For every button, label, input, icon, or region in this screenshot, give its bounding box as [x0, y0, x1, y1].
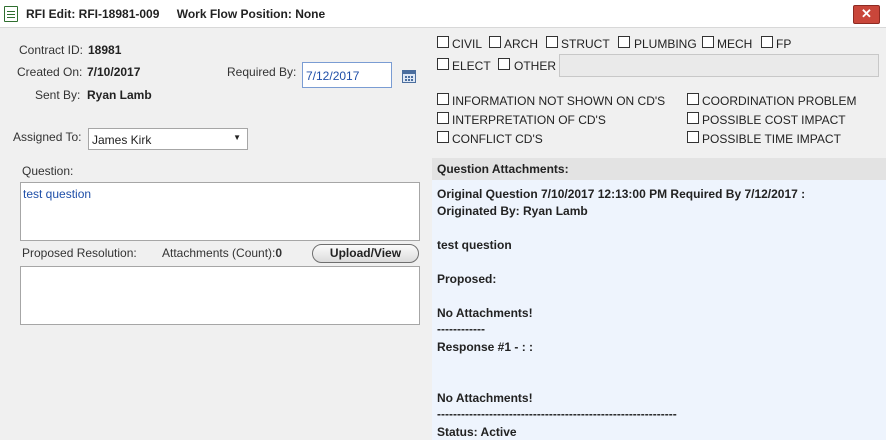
title-bar: RFI Edit: RFI-18981-009 Work Flow Positi… — [0, 0, 886, 28]
fp-checkbox[interactable] — [761, 36, 773, 48]
assigned-to-select[interactable]: James Kirk ▼ — [88, 128, 248, 150]
calendar-icon[interactable] — [402, 70, 416, 83]
other-checkbox[interactable] — [498, 58, 510, 70]
conflict-checkbox[interactable] — [437, 131, 449, 143]
other-label: OTHER — [514, 59, 556, 73]
elect-checkbox[interactable] — [437, 58, 449, 70]
arch-checkbox[interactable] — [489, 36, 501, 48]
history-line: Proposed: — [437, 272, 497, 286]
workflow-label: Work Flow Position: — [176, 7, 292, 21]
attachments-count-value: 0 — [275, 246, 283, 260]
upload-view-button[interactable]: Upload/View — [312, 244, 419, 263]
attachments-header: Question Attachments: — [432, 158, 886, 180]
plumbing-label: PLUMBING — [634, 37, 697, 51]
history-separator: ------------ — [437, 322, 485, 336]
arch-label: ARCH — [504, 37, 539, 51]
plumbing-checkbox[interactable] — [618, 36, 630, 48]
conflict-label: CONFLICT CD'S — [452, 132, 543, 146]
struct-checkbox[interactable] — [546, 36, 558, 48]
mech-checkbox[interactable] — [702, 36, 714, 48]
history-separator: ----------------------------------------… — [437, 407, 677, 421]
civil-checkbox[interactable] — [437, 36, 449, 48]
history-line: Original Question 7/10/2017 12:13:00 PM … — [437, 187, 806, 201]
time-impact-label: POSSIBLE TIME IMPACT — [702, 132, 841, 146]
contract-id-value: 18981 — [88, 43, 122, 57]
question-textarea[interactable]: test question — [20, 182, 420, 241]
info-not-shown-checkbox[interactable] — [437, 93, 449, 105]
history-line: Response #1 - : : — [437, 340, 534, 354]
sent-by-label: Sent By: — [35, 88, 81, 102]
question-label: Question: — [22, 164, 74, 178]
elect-label: ELECT — [452, 59, 491, 73]
fp-label: FP — [776, 37, 792, 51]
mech-label: MECH — [717, 37, 753, 51]
assigned-to-value: James Kirk — [92, 133, 152, 147]
proposed-resolution-label: Proposed Resolution: — [22, 246, 137, 260]
civil-label: CIVIL — [452, 37, 483, 51]
cost-impact-label: POSSIBLE COST IMPACT — [702, 113, 846, 127]
info-not-shown-label: INFORMATION NOT SHOWN ON CD'S — [452, 94, 666, 108]
interpretation-checkbox[interactable] — [437, 112, 449, 124]
document-icon — [4, 6, 18, 22]
history-status: Status: Active — [437, 425, 517, 439]
required-by-label: Required By: — [227, 65, 297, 79]
created-on-value: 7/10/2017 — [87, 65, 141, 79]
interpretation-label: INTERPRETATION OF CD'S — [452, 113, 606, 127]
rfi-number: RFI-18981-009 — [78, 7, 160, 21]
contract-id-label: Contract ID: — [19, 43, 84, 57]
history-line: test question — [437, 238, 512, 252]
other-input[interactable] — [559, 54, 879, 77]
attachments-count-label: Attachments (Count):0 — [162, 246, 282, 260]
required-by-field[interactable]: 7/12/2017 — [302, 62, 392, 88]
proposed-resolution-textarea[interactable] — [20, 266, 420, 325]
workflow-value: None — [295, 7, 326, 21]
cost-impact-checkbox[interactable] — [687, 112, 699, 124]
struct-label: STRUCT — [561, 37, 610, 51]
history-line: No Attachments! — [437, 306, 533, 320]
history-line: No Attachments! — [437, 391, 533, 405]
close-icon[interactable]: ✕ — [861, 6, 872, 21]
assigned-to-label: Assigned To: — [13, 130, 82, 144]
window-title: RFI Edit: RFI-18981-009 Work Flow Positi… — [26, 7, 325, 21]
title-prefix: RFI Edit: — [26, 7, 76, 21]
created-on-label: Created On: — [17, 65, 83, 79]
coordination-label: COORDINATION PROBLEM — [702, 94, 857, 108]
close-button[interactable]: ✕ — [853, 5, 880, 24]
sent-by-value: Ryan Lamb — [87, 88, 152, 102]
coordination-checkbox[interactable] — [687, 93, 699, 105]
attachments-count-text: Attachments (Count): — [162, 246, 276, 260]
history-line: Originated By: Ryan Lamb — [437, 204, 588, 218]
time-impact-checkbox[interactable] — [687, 131, 699, 143]
chevron-down-icon[interactable]: ▼ — [233, 133, 241, 142]
